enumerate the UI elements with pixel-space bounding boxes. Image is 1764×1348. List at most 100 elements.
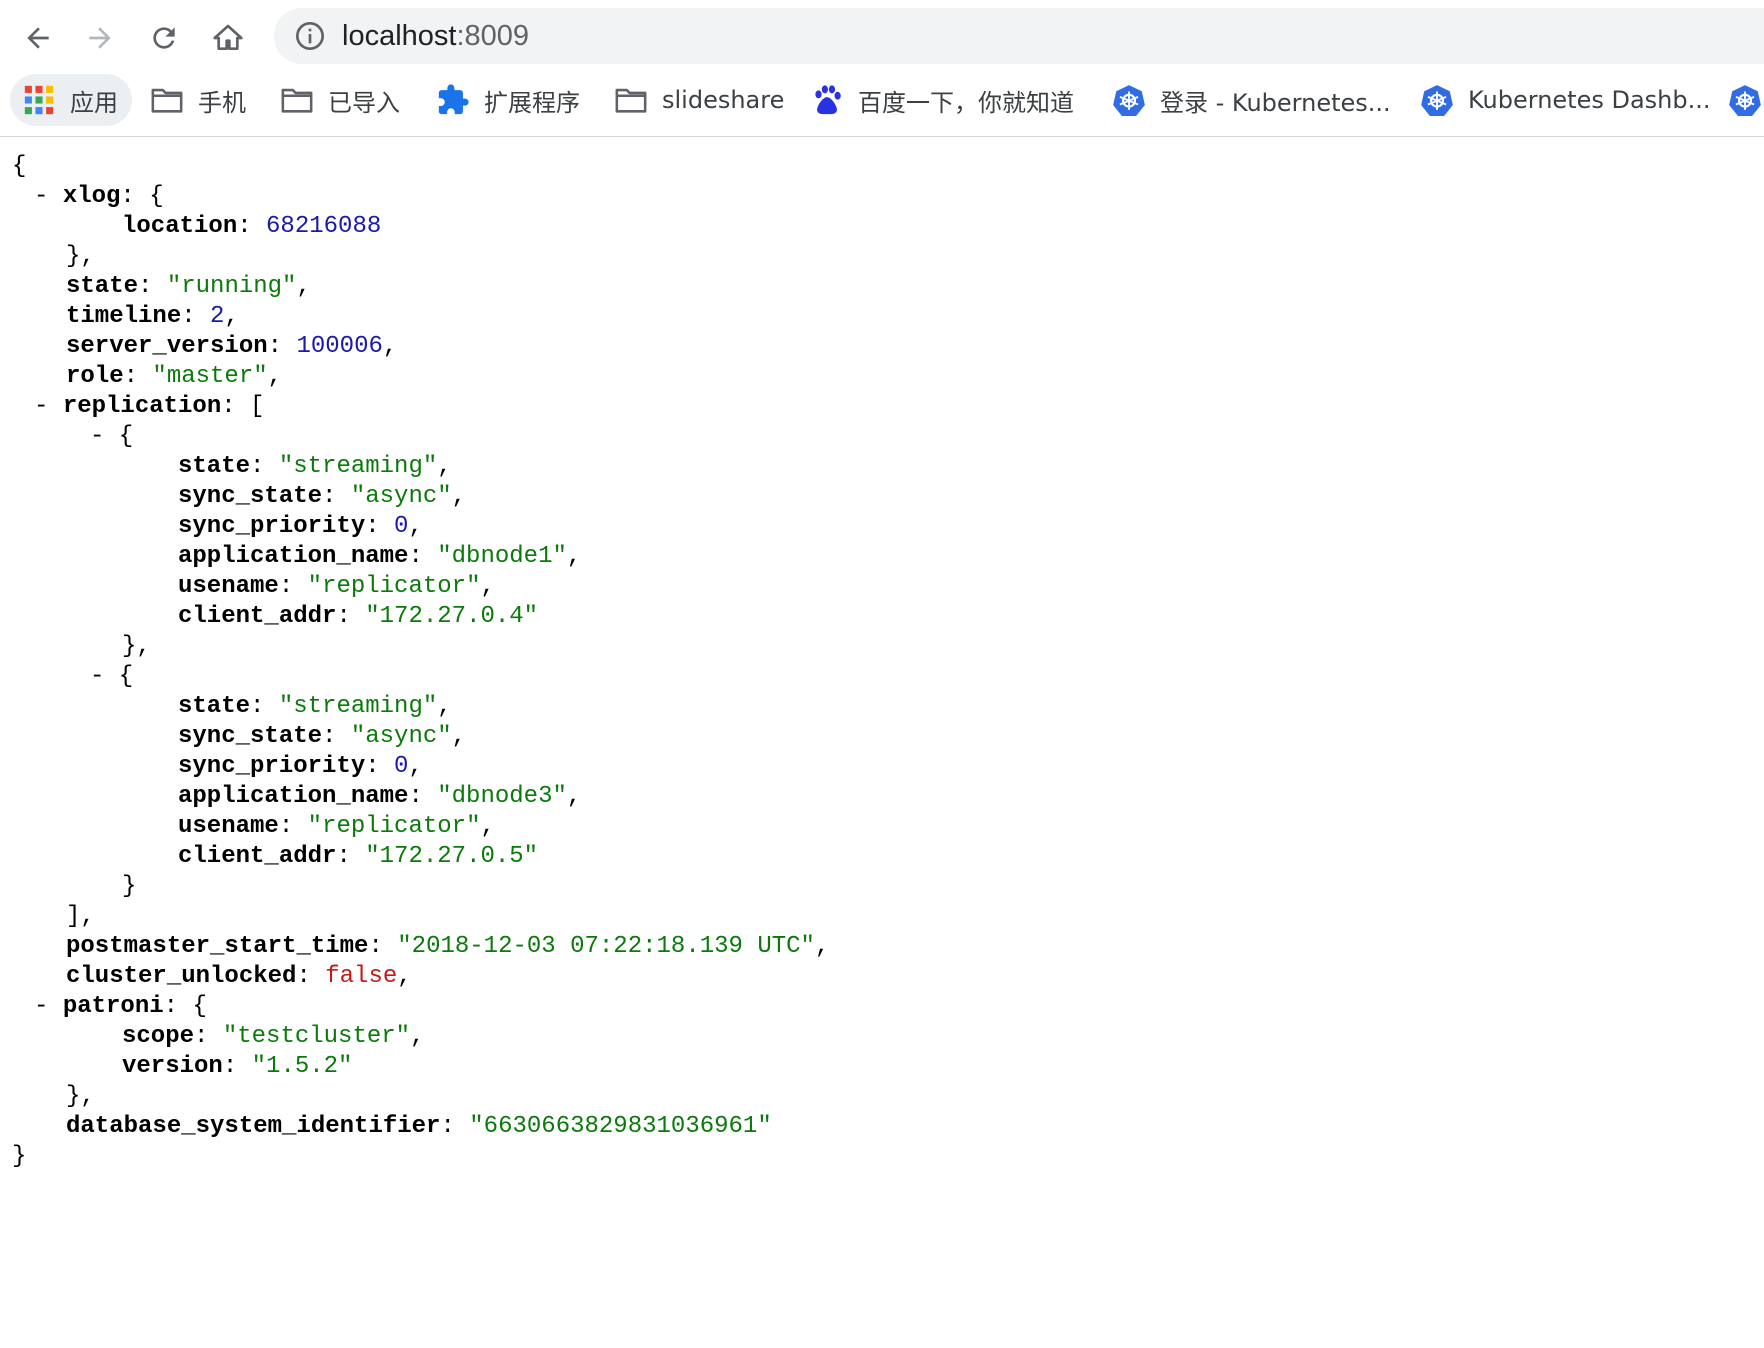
baidu-paw-icon — [815, 85, 841, 115]
json-line: application_name: "dbnode3", — [178, 783, 582, 810]
kubernetes-icon — [1421, 85, 1453, 117]
json-line: usename: "replicator", — [178, 573, 495, 600]
json-number: 68216088 — [266, 213, 382, 240]
json-key: location — [122, 213, 238, 240]
json-key: role — [66, 363, 124, 390]
json-line: sync_priority: 0, — [178, 513, 423, 540]
back-button[interactable] — [14, 14, 62, 62]
bookmark-extensions[interactable]: 扩展程序 — [436, 74, 580, 126]
json-brace: { — [12, 153, 27, 180]
json-string: "replicator" — [307, 573, 481, 600]
bookmark-label: slideshare — [662, 86, 785, 114]
bookmark-label: 应用 — [70, 88, 118, 117]
json-key: cluster_unlocked — [66, 963, 297, 990]
bookmark-folder-imported[interactable]: 已导入 — [280, 74, 400, 126]
json-string: "master" — [152, 363, 268, 390]
bookmarks-bar: 应用 手机 已导入 扩展程序 slideshare 百度一下，你就知道 登录 -… — [0, 74, 1764, 126]
json-string: "dbnode3" — [437, 783, 567, 810]
json-brace: } — [12, 1143, 27, 1170]
bookmark-label: 登录 - Kubernetes... — [1160, 88, 1391, 117]
json-key: server_version — [66, 333, 268, 360]
json-key: state — [66, 273, 139, 300]
bookmark-label: 扩展程序 — [484, 88, 580, 117]
json-line: } — [12, 1142, 26, 1172]
bookmark-folder-phone[interactable]: 手机 — [150, 74, 246, 126]
json-key: version — [122, 1053, 223, 1080]
json-line-xlog: - xlog: { — [34, 183, 164, 210]
json-line: usename: "replicator", — [178, 813, 495, 840]
collapse-toggle[interactable]: - — [90, 663, 104, 690]
json-line: database_system_identifier: "66306638298… — [66, 1113, 772, 1140]
arrow-left-icon — [27, 27, 49, 49]
json-line: state: "running", — [66, 273, 311, 300]
json-line: sync_state: "async", — [178, 723, 467, 750]
info-icon[interactable] — [294, 20, 326, 52]
json-line: ], — [66, 903, 95, 930]
json-line: } — [122, 873, 137, 900]
json-key: replication — [62, 393, 222, 420]
json-string: "1.5.2" — [251, 1053, 353, 1080]
arrow-right-icon — [89, 27, 111, 49]
json-line: client_addr: "172.27.0.4" — [178, 603, 539, 630]
bookmark-label: Kubernetes Dashb... — [1468, 86, 1711, 114]
forward-button[interactable] — [76, 14, 124, 62]
json-line: }, — [66, 1083, 95, 1110]
kubernetes-icon — [1113, 85, 1145, 117]
json-string: "6630663829831036961" — [469, 1113, 772, 1140]
json-key: database_system_identifier — [66, 1113, 441, 1140]
collapse-toggle[interactable]: - — [34, 183, 48, 210]
url-host: localhost — [342, 20, 457, 52]
json-line: state: "streaming", — [178, 453, 452, 480]
json-string: "replicator" — [307, 813, 481, 840]
reload-icon — [153, 27, 175, 49]
home-icon — [213, 24, 243, 50]
collapse-toggle[interactable]: - — [34, 993, 48, 1020]
kubernetes-icon — [1729, 85, 1761, 117]
bookmark-folder-slideshare[interactable]: slideshare — [614, 74, 784, 126]
bookmark-kubernetes-login[interactable]: 登录 - Kubernetes... — [1112, 74, 1391, 126]
json-line: scope: "testcluster", — [122, 1023, 425, 1050]
bookmark-label: 已导入 — [328, 88, 400, 117]
json-line: state: "streaming", — [178, 693, 452, 720]
json-string: "async" — [350, 483, 452, 510]
json-string: "streaming" — [278, 453, 438, 480]
json-line: }, — [66, 243, 95, 270]
json-number: 2 — [210, 303, 225, 330]
address-text[interactable]: localhost:8009 — [342, 8, 529, 64]
bookmark-apps[interactable]: 应用 — [10, 74, 132, 126]
json-string: "async" — [350, 723, 452, 750]
collapse-toggle[interactable]: - — [90, 423, 104, 450]
json-line: - { — [90, 663, 134, 690]
json-string: "testcluster" — [222, 1023, 411, 1050]
puzzle-icon — [438, 84, 469, 115]
collapse-toggle[interactable]: - — [34, 393, 48, 420]
home-button[interactable] — [204, 14, 252, 62]
json-key: postmaster_start_time — [66, 933, 369, 960]
bookmark-baidu[interactable]: 百度一下，你就知道 — [810, 74, 1074, 126]
reload-button[interactable] — [140, 14, 188, 62]
json-line: sync_priority: 0, — [178, 753, 423, 780]
json-string: "streaming" — [278, 693, 438, 720]
json-string: "running" — [166, 273, 297, 300]
bookmark-kubernetes-more[interactable] — [1728, 74, 1764, 126]
json-string: "dbnode1" — [437, 543, 567, 570]
json-key: patroni — [62, 993, 164, 1020]
browser-chrome: localhost:8009 应用 手机 已导入 扩展程序 slideshare — [0, 0, 1764, 137]
json-string: "172.27.0.4" — [365, 603, 539, 630]
apps-grid-icon — [24, 85, 54, 115]
json-line: server_version: 100006, — [66, 333, 398, 360]
folder-icon — [615, 88, 647, 113]
json-line: location: 68216088 — [122, 213, 382, 240]
address-bar[interactable]: localhost:8009 — [274, 8, 1764, 64]
json-line: sync_state: "async", — [178, 483, 467, 510]
json-line: role: "master", — [66, 363, 283, 390]
json-number: 0 — [394, 513, 409, 540]
bookmark-kubernetes-dashboard[interactable]: Kubernetes Dashb... — [1420, 74, 1711, 126]
bookmark-label: 百度一下，你就知道 — [858, 88, 1074, 117]
json-line: application_name: "dbnode1", — [178, 543, 582, 570]
json-number: 0 — [394, 753, 409, 780]
url-port: :8009 — [456, 20, 530, 52]
json-number: 100006 — [296, 333, 383, 360]
json-line: - { — [90, 423, 134, 450]
json-line: client_addr: "172.27.0.5" — [178, 843, 539, 870]
